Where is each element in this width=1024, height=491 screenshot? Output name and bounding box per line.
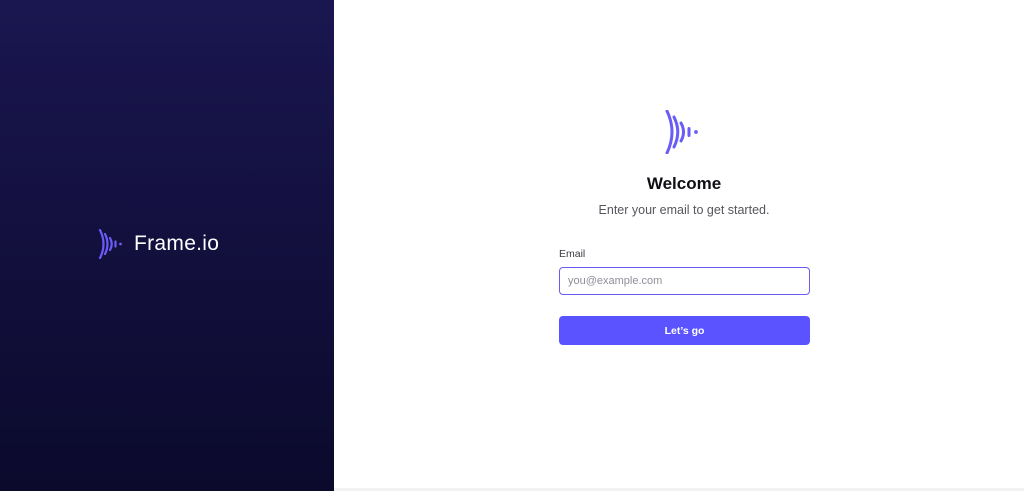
submit-button[interactable]: Let’s go (559, 316, 810, 345)
brand-logo: Frame.io (98, 229, 219, 259)
email-label: Email (559, 248, 586, 260)
frameio-wave-icon (665, 110, 698, 154)
frameio-wave-icon (98, 229, 122, 259)
brand-name: Frame.io (134, 232, 220, 255)
email-input[interactable] (559, 267, 810, 295)
login-form-panel: Welcome Enter your email to get started.… (334, 0, 1024, 491)
page-subtitle: Enter your email to get started. (598, 203, 770, 217)
brand-panel: Frame.io (0, 0, 334, 491)
login-page: Frame.io Welcome Enter your email to get… (0, 0, 1024, 491)
page-title: Welcome (646, 174, 722, 193)
